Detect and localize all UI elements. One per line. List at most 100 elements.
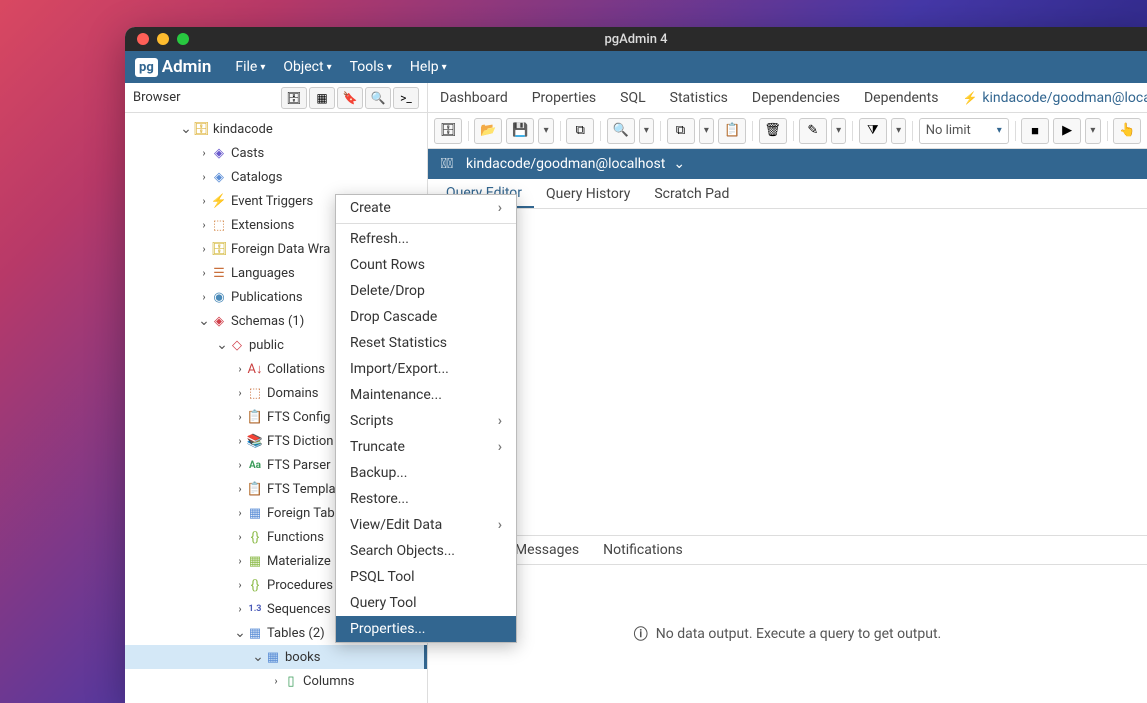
query-tabs: Query Editor Query History Scratch Pad [428, 179, 1147, 209]
tab-dashboard[interactable]: Dashboard [428, 83, 520, 112]
tab-properties[interactable]: Properties [520, 83, 608, 112]
output-empty-text: No data output. Execute a query to get o… [656, 626, 941, 642]
trigger-icon: ⚡ [211, 193, 227, 209]
tool-grid-icon[interactable]: ▦ [309, 87, 335, 109]
ctx-maintenance[interactable]: Maintenance... [336, 382, 516, 408]
ctx-backup[interactable]: Backup... [336, 460, 516, 486]
menu-file[interactable]: File [235, 59, 265, 75]
connection-status-icon: ⚫⃠ [436, 153, 458, 175]
tb-copy2-dropdown[interactable]: ▾ [699, 118, 715, 144]
connection-caret-icon[interactable]: ⌄ [673, 156, 685, 172]
ctx-drop-cascade[interactable]: Drop Cascade [336, 304, 516, 330]
language-icon: ☰ [211, 265, 227, 281]
connection-label: kindacode/goodman@localhost [466, 156, 665, 172]
tb-find-icon[interactable]: 🔍 [607, 118, 635, 144]
tb-copy2-icon[interactable]: ⧉ [667, 118, 695, 144]
publication-icon: ◉ [211, 289, 227, 305]
tree-database[interactable]: 🗄kindacode [125, 117, 427, 141]
ctx-properties[interactable]: Properties... [336, 616, 516, 642]
menu-object[interactable]: Object [283, 59, 331, 75]
titlebar: pgAdmin 4 [125, 27, 1147, 51]
minimize-window-button[interactable] [157, 33, 169, 45]
sidebar-header: Browser 🗄 ▦ 🔖 🔍 >_ [125, 83, 427, 113]
app-logo: pg Admin [135, 57, 211, 77]
query-toolbar: 🗄 📂 💾 ▾ ⧉ 🔍 ▾ ⧉ ▾ 📋 🗑 ✎ ▾ ⧩ [428, 113, 1147, 149]
tree-columns[interactable]: ▯Columns [125, 669, 427, 693]
menu-help[interactable]: Help [410, 59, 447, 75]
schema-node-icon: ◇ [229, 337, 245, 353]
domain-icon: ⬚ [247, 385, 263, 401]
sidebar-tools: 🗄 ▦ 🔖 🔍 >_ [281, 87, 419, 109]
tb-folder-icon[interactable]: 📂 [474, 118, 502, 144]
tb-play-icon[interactable]: ▶ [1053, 118, 1081, 144]
tab-dependencies[interactable]: Dependencies [740, 83, 852, 112]
tab-connection[interactable]: kindacode/goodman@localhos [950, 83, 1147, 112]
tab-sql[interactable]: SQL [608, 83, 657, 112]
maximize-window-button[interactable] [177, 33, 189, 45]
catalog-icon: ◈ [211, 169, 227, 185]
ctx-reset-statistics[interactable]: Reset Statistics [336, 330, 516, 356]
ctx-truncate[interactable]: Truncate [336, 434, 516, 460]
ctx-scripts[interactable]: Scripts [336, 408, 516, 434]
tb-delete-icon[interactable]: 🗑 [759, 118, 787, 144]
menu-tools[interactable]: Tools [350, 59, 392, 75]
menu-items: File Object Tools Help [235, 59, 446, 75]
ctx-create[interactable]: Create [336, 195, 516, 221]
columns-icon: ▯ [283, 673, 299, 689]
ctx-refresh[interactable]: Refresh... [336, 226, 516, 252]
chevron-right-icon [498, 439, 502, 455]
tb-limit-select[interactable]: No limit [919, 118, 1009, 144]
fts-dict-icon: 📚 [247, 433, 263, 449]
tb-stop-icon[interactable]: ■ [1021, 118, 1049, 144]
tb-edit-dropdown[interactable]: ▾ [831, 118, 847, 144]
chevron-right-icon [498, 517, 502, 533]
qtab-history[interactable]: Query History [534, 179, 642, 208]
schema-icon: ◈ [211, 313, 227, 329]
tb-point-icon[interactable]: 👆 [1113, 118, 1141, 144]
btab-notifications[interactable]: Notifications [591, 536, 695, 564]
separator [336, 223, 516, 224]
ctx-query-tool[interactable]: Query Tool [336, 590, 516, 616]
database-icon: 🗄 [193, 121, 209, 137]
tool-search-icon[interactable]: 🔍 [365, 87, 391, 109]
content: Dashboard Properties SQL Statistics Depe… [428, 83, 1147, 703]
tree-casts[interactable]: ◈Casts [125, 141, 427, 165]
ctx-import-export[interactable]: Import/Export... [336, 356, 516, 382]
query-editor-area[interactable] [428, 209, 1147, 535]
ctx-view-edit-data[interactable]: View/Edit Data [336, 512, 516, 538]
ctx-restore[interactable]: Restore... [336, 486, 516, 512]
tb-copy-icon[interactable]: ⧉ [566, 118, 594, 144]
main-tabs: Dashboard Properties SQL Statistics Depe… [428, 83, 1147, 113]
tool-server-icon[interactable]: 🗄 [281, 87, 307, 109]
close-window-button[interactable] [137, 33, 149, 45]
chevron-right-icon [498, 200, 502, 216]
qtab-scratch[interactable]: Scratch Pad [642, 179, 741, 208]
tb-edit-icon[interactable]: ✎ [799, 118, 827, 144]
app-window: pgAdmin 4 pg Admin File Object Tools Hel… [125, 27, 1147, 703]
tool-tag-icon[interactable]: 🔖 [337, 87, 363, 109]
tree-table-books[interactable]: ▦books [125, 645, 427, 669]
tb-open-icon[interactable]: 🗄 [434, 118, 462, 144]
tb-save-dropdown[interactable]: ▾ [538, 118, 554, 144]
ctx-search-objects[interactable]: Search Objects... [336, 538, 516, 564]
connection-bar: ⚫⃠ kindacode/goodman@localhost ⌄ [428, 149, 1147, 179]
fdw-icon: 🗄 [211, 241, 227, 257]
tb-find-dropdown[interactable]: ▾ [639, 118, 655, 144]
tool-terminal-icon[interactable]: >_ [393, 87, 419, 109]
tb-paste-icon[interactable]: 📋 [718, 118, 746, 144]
tab-dependents[interactable]: Dependents [852, 83, 950, 112]
tab-statistics[interactable]: Statistics [658, 83, 740, 112]
mat-view-icon: ▦ [247, 553, 263, 569]
ctx-psql-tool[interactable]: PSQL Tool [336, 564, 516, 590]
ctx-delete-drop[interactable]: Delete/Drop [336, 278, 516, 304]
tb-filter-dropdown[interactable]: ▾ [891, 118, 907, 144]
tables-icon: ▦ [247, 625, 263, 641]
ctx-count-rows[interactable]: Count Rows [336, 252, 516, 278]
tree-catalogs[interactable]: ◈Catalogs [125, 165, 427, 189]
logo-box: pg [135, 58, 158, 77]
tb-play-dropdown[interactable]: ▾ [1085, 118, 1101, 144]
cast-icon: ◈ [211, 145, 227, 161]
tb-filter-icon[interactable]: ⧩ [859, 118, 887, 144]
tb-save-icon[interactable]: 💾 [506, 118, 534, 144]
extension-icon: ⬚ [211, 217, 227, 233]
